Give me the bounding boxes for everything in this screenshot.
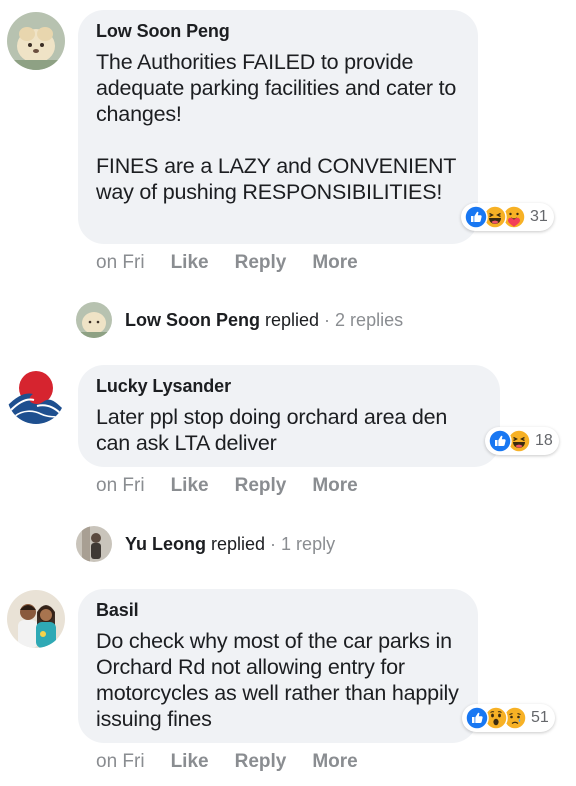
avatar[interactable] [7,590,65,648]
comment-author[interactable]: Lucky Lysander [96,376,482,397]
avatar-photo-icon [76,302,112,338]
comment-actions: on Fri Like Reply More [96,252,384,274]
comment-timestamp[interactable]: on Fri [96,751,145,773]
more-button[interactable]: More [312,475,357,497]
reactions-summary[interactable]: 31 [461,203,554,231]
like-icon [465,706,489,730]
comment-actions: on Fri Like Reply More [96,475,384,497]
reactions-summary[interactable]: 51 [462,704,555,732]
comment-text: Later ppl stop doing orchard area den ca… [96,405,453,455]
reactions-summary[interactable]: 18 [485,427,559,455]
comment-bubble: Lucky Lysander Later ppl stop doing orch… [78,365,500,467]
avatar[interactable] [7,366,65,424]
reply-verb: replied [211,533,266,554]
more-button[interactable]: More [312,252,357,274]
reaction-count: 18 [535,432,553,449]
comment-bubble: Low Soon Peng The Authorities FAILED to … [78,10,478,244]
like-button[interactable]: Like [171,751,209,773]
comment-bubble: Basil Do check why most of the car parks… [78,589,478,743]
reply-author-name: Yu Leong [125,533,206,554]
like-icon [488,429,512,453]
avatar-photo-icon [76,526,112,562]
reply-verb: replied [265,309,320,330]
comment-timestamp[interactable]: on Fri [96,252,145,274]
wave-avatar-icon [7,366,65,424]
avatar-photo-icon [7,12,65,70]
like-button[interactable]: Like [171,252,209,274]
reply-count: 1 reply [281,533,336,554]
reply-button[interactable]: Reply [235,475,287,497]
avatar[interactable] [7,12,65,70]
more-button[interactable]: More [312,751,357,773]
reply-author-name: Low Soon Peng [125,309,260,330]
comment-text: The Authorities FAILED to provide adequa… [96,50,457,204]
reply-button[interactable]: Reply [235,252,287,274]
avatar-photo-icon [7,590,65,648]
separator-dot: · [324,309,331,330]
reaction-count: 31 [530,208,548,225]
comment-actions: on Fri Like Reply More [96,751,384,773]
reply-avatar [76,302,112,338]
comment-timestamp[interactable]: on Fri [96,475,145,497]
view-replies-link[interactable]: Low Soon Peng replied · 2 replies [76,302,403,338]
view-replies-link[interactable]: Yu Leong replied · 1 reply [76,526,335,562]
reaction-count: 51 [531,709,549,726]
comment-text: Do check why most of the car parks in Or… [96,629,465,731]
like-icon [464,205,488,229]
reply-avatar [76,526,112,562]
comment-author[interactable]: Low Soon Peng [96,21,460,42]
comment-author[interactable]: Basil [96,600,460,621]
reply-button[interactable]: Reply [235,751,287,773]
reply-count: 2 replies [335,309,404,330]
like-button[interactable]: Like [171,475,209,497]
separator-dot: · [270,533,277,554]
